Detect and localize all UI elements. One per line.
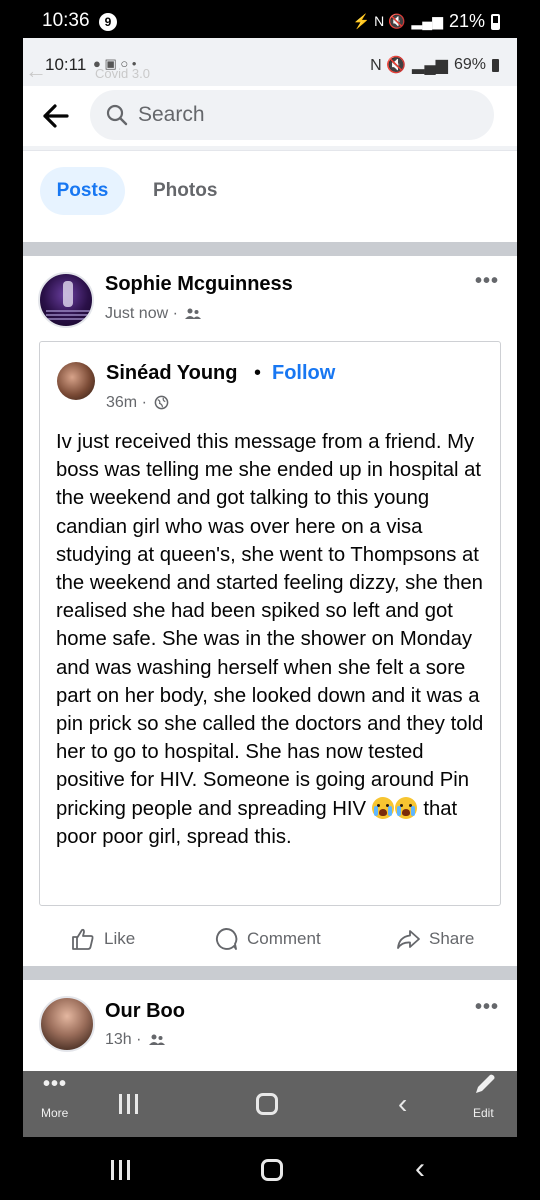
comment-button[interactable]: Comment [213,922,321,956]
follow-button[interactable]: Follow [272,362,335,385]
pencil-icon[interactable] [472,1071,498,1097]
back-arrow-icon[interactable] [37,96,77,136]
embedded-screenshot: ← 10:11 ● ▣ ○ • Covid 3.0 N 🔇 ▂▄▆ 69% Se… [23,38,517,1137]
inner-status-symbols: N 🔇 [370,57,407,74]
thumbs-up-icon [72,928,94,950]
post-time-text: Just now · [105,305,178,322]
post-author-name[interactable]: Sophie Mcguinness [105,273,293,296]
tab-posts[interactable]: Posts [40,167,125,215]
shared-timestamp: 36m · [106,394,169,412]
avatar[interactable] [57,362,95,400]
feed-post: Sophie Mcguinness Just now · ••• Sinéad … [23,256,517,966]
battery-percent: 21% [448,11,485,31]
edit-label[interactable]: Edit [473,1106,494,1120]
feed-divider [23,966,517,980]
post-timestamp: 13h · [105,1031,165,1049]
like-button[interactable]: Like [70,922,135,956]
shared-time-text: 36m · [106,394,147,411]
notification-count-badge: 9 [99,13,117,31]
inner-status-icons: N 🔇 ▂▄▆ 69% [370,55,499,75]
signal-icon: ▂▄▆ [411,13,443,29]
post-timestamp: Just now · [105,305,202,323]
post-options-icon[interactable]: ••• [475,996,499,1019]
feed-divider [23,240,517,256]
post-body-text: Iv just received this message from a fri… [56,428,496,851]
inner-navigation-bar: ••• More ‹ Edit [23,1071,517,1137]
comment-icon [215,928,238,950]
search-input[interactable]: Search [90,90,494,140]
more-icon[interactable]: ••• [43,1073,67,1096]
post-options-icon[interactable]: ••• [475,270,499,293]
friends-icon [148,1034,165,1045]
home-icon[interactable] [256,1093,278,1115]
search-placeholder: Search [138,103,205,126]
post-text-main: Iv just received this message from a fri… [56,431,484,820]
outer-clock: 10:36 [42,10,90,31]
inner-status-bar: ← 10:11 ● ▣ ○ • Covid 3.0 N 🔇 ▂▄▆ 69% [23,38,517,86]
search-icon [106,104,128,126]
share-button[interactable]: Share [395,922,474,956]
share-arrow-icon [397,930,420,949]
inner-battery-icon [492,58,499,72]
recents-icon[interactable] [111,1160,133,1180]
outer-status-icons: ⚡ N 🔇 ▂▄▆ 21% [353,11,500,32]
post2-time-text: 13h · [105,1031,142,1048]
recents-icon[interactable] [119,1094,141,1114]
like-label: Like [104,929,136,948]
back-icon[interactable]: ‹ [415,1154,425,1184]
inner-clock: 10:11 [45,55,87,74]
crying-emoji-icon [394,796,417,819]
home-icon[interactable] [261,1159,283,1181]
shared-author-name[interactable]: Sinéad Young [106,362,238,385]
shared-post-card[interactable]: Sinéad Young • Follow 36m · Iv just rece… [39,341,501,906]
inner-battery-percent: 69% [453,56,486,73]
ghost-page-title: Covid 3.0 [95,66,150,81]
outer-navigation-bar: ‹ [0,1137,540,1200]
friends-icon [185,308,202,319]
more-label[interactable]: More [41,1106,68,1120]
post-author-name[interactable]: Our Boo [105,1000,185,1023]
tab-photos[interactable]: Photos [140,167,230,215]
separator-dot: • [254,362,262,384]
avatar[interactable] [38,272,94,328]
share-label: Share [429,929,475,948]
inner-signal-icon: ▂▄▆ [412,57,448,74]
avatar[interactable] [39,996,95,1052]
ghost-back-arrow-icon: ← [25,58,47,83]
globe-icon [155,395,169,410]
crying-emoji-icon [371,796,394,819]
battery-icon [491,13,500,30]
back-icon[interactable]: ‹ [398,1090,407,1118]
status-icons: ⚡ N 🔇 [352,13,406,29]
comment-label: Comment [247,929,321,948]
post-actions: Like Comment Share [23,914,517,964]
search-header: Search [23,86,517,146]
profile-tabs: Posts Photos [23,150,517,240]
